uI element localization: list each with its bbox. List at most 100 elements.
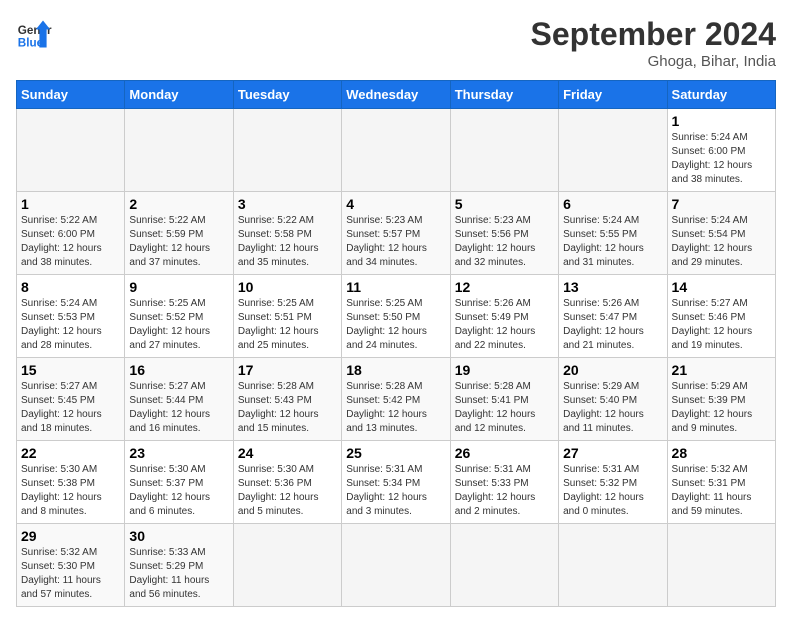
day-info: Sunrise: 5:30 AM Sunset: 5:36 PM Dayligh… — [238, 463, 337, 519]
day-number: 26 — [455, 445, 554, 461]
day-number: 13 — [563, 279, 662, 295]
day-number: 8 — [21, 279, 120, 295]
day-number: 4 — [346, 196, 445, 212]
day-number: 7 — [672, 196, 771, 212]
title-area: September 2024 Ghoga, Bihar, India — [531, 16, 776, 70]
calendar-cell: 8 Sunrise: 5:24 AM Sunset: 5:53 PM Daylig… — [17, 275, 125, 358]
location-subtitle: Ghoga, Bihar, India — [531, 53, 776, 70]
calendar-cell: 7Sunrise: 5:24 AM Sunset: 5:54 PM Daylig… — [667, 192, 775, 275]
calendar-cell — [450, 109, 558, 192]
calendar-cell: 14 Sunrise: 5:27 AM Sunset: 5:46 PM Dayli… — [667, 275, 775, 358]
day-info: Sunrise: 5:27 AM Sunset: 5:44 PM Dayligh… — [129, 380, 228, 436]
day-number: 15 — [21, 362, 120, 378]
calendar-cell: 15 Sunrise: 5:27 AM Sunset: 5:45 PM Dayli… — [17, 358, 125, 441]
day-number: 12 — [455, 279, 554, 295]
calendar-cell: 3 Sunrise: 5:22 AM Sunset: 5:58 PM Daylig… — [233, 192, 341, 275]
calendar-cell: 1 Sunrise: 5:22 AM Sunset: 6:00 PM Daylig… — [17, 192, 125, 275]
day-number: 27 — [563, 445, 662, 461]
day-number: 9 — [129, 279, 228, 295]
calendar-cell — [559, 109, 667, 192]
calendar-cell: 4 Sunrise: 5:23 AM Sunset: 5:57 PM Daylig… — [342, 192, 450, 275]
day-number: 29 — [21, 528, 120, 544]
calendar-cell: 20 Sunrise: 5:29 AM Sunset: 5:40 PM Dayli… — [559, 358, 667, 441]
day-info: Sunrise: 5:32 AM Sunset: 5:31 PM Dayligh… — [672, 463, 771, 519]
col-header-sunday: Sunday — [17, 81, 125, 109]
calendar-cell — [342, 524, 450, 607]
calendar-cell: 12 Sunrise: 5:26 AM Sunset: 5:49 PM Dayli… — [450, 275, 558, 358]
day-info: Sunrise: 5:31 AM Sunset: 5:32 PM Dayligh… — [563, 463, 662, 519]
day-info: Sunrise: 5:26 AM Sunset: 5:47 PM Dayligh… — [563, 297, 662, 353]
calendar-cell: 16 Sunrise: 5:27 AM Sunset: 5:44 PM Dayli… — [125, 358, 233, 441]
day-info: Sunrise: 5:27 AM Sunset: 5:46 PM Dayligh… — [672, 297, 771, 353]
calendar-table: SundayMondayTuesdayWednesdayThursdayFrid… — [16, 80, 776, 607]
day-info: Sunrise: 5:26 AM Sunset: 5:49 PM Dayligh… — [455, 297, 554, 353]
day-number: 21 — [672, 362, 771, 378]
day-info: Sunrise: 5:28 AM Sunset: 5:41 PM Dayligh… — [455, 380, 554, 436]
day-info: Sunrise: 5:29 AM Sunset: 5:39 PM Dayligh… — [672, 380, 771, 436]
day-number: 30 — [129, 528, 228, 544]
calendar-cell: 23Sunrise: 5:30 AM Sunset: 5:37 PM Dayli… — [125, 441, 233, 524]
col-header-friday: Friday — [559, 81, 667, 109]
calendar-cell — [450, 524, 558, 607]
day-number: 2 — [129, 196, 228, 212]
day-info: Sunrise: 5:25 AM Sunset: 5:52 PM Dayligh… — [129, 297, 228, 353]
col-header-wednesday: Wednesday — [342, 81, 450, 109]
day-info: Sunrise: 5:23 AM Sunset: 5:56 PM Dayligh… — [455, 214, 554, 270]
calendar-cell — [125, 109, 233, 192]
day-info: Sunrise: 5:28 AM Sunset: 5:42 PM Dayligh… — [346, 380, 445, 436]
calendar-cell: 30Sunrise: 5:33 AM Sunset: 5:29 PM Dayli… — [125, 524, 233, 607]
calendar-cell — [342, 109, 450, 192]
day-info: Sunrise: 5:22 AM Sunset: 6:00 PM Dayligh… — [21, 214, 120, 270]
calendar-cell: 6Sunrise: 5:24 AM Sunset: 5:55 PM Daylig… — [559, 192, 667, 275]
day-info: Sunrise: 5:31 AM Sunset: 5:34 PM Dayligh… — [346, 463, 445, 519]
day-info: Sunrise: 5:28 AM Sunset: 5:43 PM Dayligh… — [238, 380, 337, 436]
day-number: 3 — [238, 196, 337, 212]
day-number: 20 — [563, 362, 662, 378]
calendar-cell: 21 Sunrise: 5:29 AM Sunset: 5:39 PM Dayli… — [667, 358, 775, 441]
day-number: 28 — [672, 445, 771, 461]
calendar-cell: 29Sunrise: 5:32 AM Sunset: 5:30 PM Dayli… — [17, 524, 125, 607]
day-info: Sunrise: 5:29 AM Sunset: 5:40 PM Dayligh… — [563, 380, 662, 436]
calendar-cell: 26Sunrise: 5:31 AM Sunset: 5:33 PM Dayli… — [450, 441, 558, 524]
day-info: Sunrise: 5:24 AM Sunset: 5:53 PM Dayligh… — [21, 297, 120, 353]
calendar-cell: 18 Sunrise: 5:28 AM Sunset: 5:42 PM Dayli… — [342, 358, 450, 441]
calendar-header: SundayMondayTuesdayWednesdayThursdayFrid… — [17, 81, 776, 109]
week-row-1: 1 Sunrise: 5:24 AM Sunset: 6:00 PM Daylig… — [17, 109, 776, 192]
week-row-3: 8 Sunrise: 5:24 AM Sunset: 5:53 PM Daylig… — [17, 275, 776, 358]
day-info: Sunrise: 5:22 AM Sunset: 5:58 PM Dayligh… — [238, 214, 337, 270]
day-number: 25 — [346, 445, 445, 461]
calendar-cell — [233, 109, 341, 192]
calendar-cell: 13 Sunrise: 5:26 AM Sunset: 5:47 PM Dayli… — [559, 275, 667, 358]
calendar-cell: 2 Sunrise: 5:22 AM Sunset: 5:59 PM Daylig… — [125, 192, 233, 275]
day-number: 6 — [563, 196, 662, 212]
calendar-cell: 19 Sunrise: 5:28 AM Sunset: 5:41 PM Dayli… — [450, 358, 558, 441]
col-header-saturday: Saturday — [667, 81, 775, 109]
calendar-cell: 1 Sunrise: 5:24 AM Sunset: 6:00 PM Daylig… — [667, 109, 775, 192]
day-number: 14 — [672, 279, 771, 295]
day-number: 1 — [21, 196, 120, 212]
day-info: Sunrise: 5:24 AM Sunset: 6:00 PM Dayligh… — [672, 131, 771, 187]
calendar-cell — [233, 524, 341, 607]
week-row-5: 22Sunrise: 5:30 AM Sunset: 5:38 PM Dayli… — [17, 441, 776, 524]
day-info: Sunrise: 5:22 AM Sunset: 5:59 PM Dayligh… — [129, 214, 228, 270]
calendar-cell: 17Sunrise: 5:28 AM Sunset: 5:43 PM Dayli… — [233, 358, 341, 441]
calendar-cell: 9 Sunrise: 5:25 AM Sunset: 5:52 PM Daylig… — [125, 275, 233, 358]
calendar-cell: 25 Sunrise: 5:31 AM Sunset: 5:34 PM Dayli… — [342, 441, 450, 524]
day-number: 16 — [129, 362, 228, 378]
day-info: Sunrise: 5:27 AM Sunset: 5:45 PM Dayligh… — [21, 380, 120, 436]
calendar-cell: 28 Sunrise: 5:32 AM Sunset: 5:31 PM Dayli… — [667, 441, 775, 524]
col-header-tuesday: Tuesday — [233, 81, 341, 109]
day-info: Sunrise: 5:23 AM Sunset: 5:57 PM Dayligh… — [346, 214, 445, 270]
calendar-cell: 24Sunrise: 5:30 AM Sunset: 5:36 PM Dayli… — [233, 441, 341, 524]
day-number: 1 — [672, 113, 771, 129]
calendar-cell: 10Sunrise: 5:25 AM Sunset: 5:51 PM Dayli… — [233, 275, 341, 358]
week-row-6: 29Sunrise: 5:32 AM Sunset: 5:30 PM Dayli… — [17, 524, 776, 607]
day-info: Sunrise: 5:25 AM Sunset: 5:51 PM Dayligh… — [238, 297, 337, 353]
day-number: 19 — [455, 362, 554, 378]
calendar-cell: 11Sunrise: 5:25 AM Sunset: 5:50 PM Dayli… — [342, 275, 450, 358]
day-number: 18 — [346, 362, 445, 378]
col-header-thursday: Thursday — [450, 81, 558, 109]
calendar-cell — [559, 524, 667, 607]
calendar-cell — [667, 524, 775, 607]
day-number: 22 — [21, 445, 120, 461]
